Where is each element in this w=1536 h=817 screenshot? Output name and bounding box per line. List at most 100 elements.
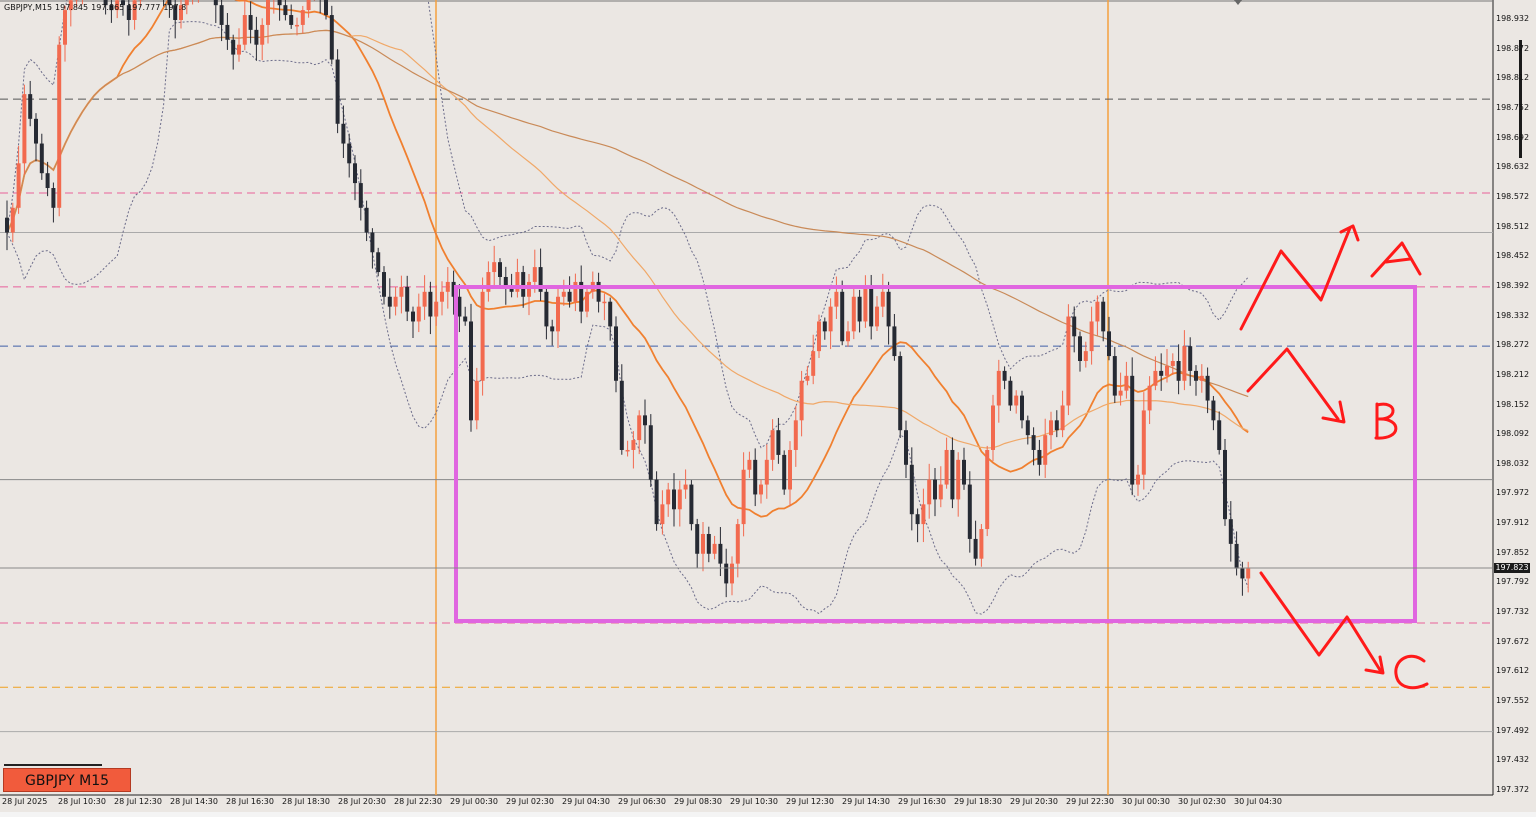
candle <box>376 247 381 277</box>
ma-long-line <box>6 29 1249 398</box>
candle <box>364 200 369 242</box>
candle <box>747 451 752 478</box>
candle <box>544 285 549 340</box>
candle-body <box>979 529 984 559</box>
candle <box>283 0 288 21</box>
candle <box>863 275 868 328</box>
candle-body <box>463 316 468 322</box>
candle <box>1170 353 1175 375</box>
candle-body <box>875 306 879 327</box>
price-tick-label: 198.392 <box>1496 280 1530 290</box>
candle <box>1136 464 1140 496</box>
candle <box>289 4 294 29</box>
candle-body <box>706 533 711 554</box>
candle-body <box>277 0 282 6</box>
candle-body <box>266 0 270 25</box>
candle-body <box>1228 519 1233 544</box>
candle <box>759 479 763 504</box>
candle <box>231 34 236 70</box>
price-plot-area[interactable] <box>0 0 1536 817</box>
candle-body <box>1049 420 1053 436</box>
candle <box>735 518 740 578</box>
candle-body <box>701 533 705 554</box>
candle <box>956 452 961 517</box>
candle <box>5 200 9 251</box>
candle-body <box>544 291 549 327</box>
price-tick-label: 197.372 <box>1496 785 1530 794</box>
candle-body <box>944 449 949 485</box>
candle <box>811 334 816 385</box>
candle-body <box>788 449 792 490</box>
consolidation-range-box[interactable] <box>454 285 1417 623</box>
candle <box>313 0 315 1</box>
price-tick-label: 198.932 <box>1496 14 1530 23</box>
candle <box>1089 306 1094 365</box>
time-tick-label: 29 Jul 02:30 <box>506 797 554 806</box>
candle <box>1101 296 1106 342</box>
candle <box>840 280 845 346</box>
candle <box>950 437 955 509</box>
candle <box>898 351 903 438</box>
price-tick-label: 197.732 <box>1496 607 1530 617</box>
candle-body <box>329 15 334 60</box>
candle <box>625 440 630 457</box>
candle <box>237 28 241 62</box>
time-tick-label: 30 Jul 00:30 <box>1122 797 1170 806</box>
current-price-tag: 197.823 <box>1494 563 1530 573</box>
scenario-letter-b <box>1374 402 1398 440</box>
candle <box>666 482 671 517</box>
candle-body <box>735 524 740 564</box>
candle <box>805 366 810 386</box>
candle <box>463 306 468 326</box>
candle <box>996 359 1001 423</box>
candle <box>1002 366 1007 390</box>
time-tick-label: 28 Jul 18:30 <box>282 797 330 806</box>
candle-body <box>358 183 363 208</box>
candle <box>933 467 937 517</box>
candle <box>718 527 723 577</box>
candle-body <box>677 489 682 510</box>
candle-body <box>376 252 381 273</box>
chart-window[interactable]: GBPJPY,M15 197.845 197.865 197.777 197.8 198… <box>0 0 1536 817</box>
price-tick-label: 197.492 <box>1496 725 1530 735</box>
candle-body <box>16 163 21 208</box>
candle <box>938 466 943 508</box>
candle-body <box>608 301 613 327</box>
candle <box>480 277 485 396</box>
candle <box>550 319 555 346</box>
candle <box>273 0 275 14</box>
price-tick-label: 198.572 <box>1496 191 1530 201</box>
time-tick-label: 28 Jul 12:30 <box>114 797 162 806</box>
candle <box>1182 330 1187 391</box>
candle-body <box>242 15 247 45</box>
chart-shift-marker[interactable] <box>1234 0 1242 5</box>
candle-body <box>63 10 67 45</box>
candle-body <box>1246 568 1251 579</box>
candle-body <box>967 484 972 539</box>
candle-body <box>973 538 978 559</box>
candle-body <box>1112 356 1117 396</box>
time-tick-label: 29 Jul 10:30 <box>730 797 778 806</box>
price-tick-label: 198.632 <box>1496 162 1530 172</box>
candle <box>254 16 259 61</box>
candle-body <box>1031 435 1036 450</box>
candle-body <box>370 232 375 253</box>
candle <box>1246 561 1251 593</box>
candle <box>875 296 879 332</box>
candle-body <box>1043 435 1048 465</box>
candle-body <box>422 291 427 307</box>
candle-body <box>1101 301 1106 332</box>
candle <box>1043 418 1048 478</box>
candle-body <box>34 118 38 144</box>
candle <box>434 285 439 326</box>
candle <box>1130 357 1135 496</box>
candle-body <box>1008 380 1013 406</box>
candle-body <box>666 489 671 505</box>
candle-body <box>933 479 937 500</box>
candle <box>300 5 305 34</box>
ma-fast-line <box>6 0 1249 518</box>
time-tick-label: 28 Jul 16:30 <box>226 797 274 806</box>
candle <box>1008 376 1013 411</box>
candle <box>985 445 990 537</box>
candle <box>1141 392 1146 490</box>
